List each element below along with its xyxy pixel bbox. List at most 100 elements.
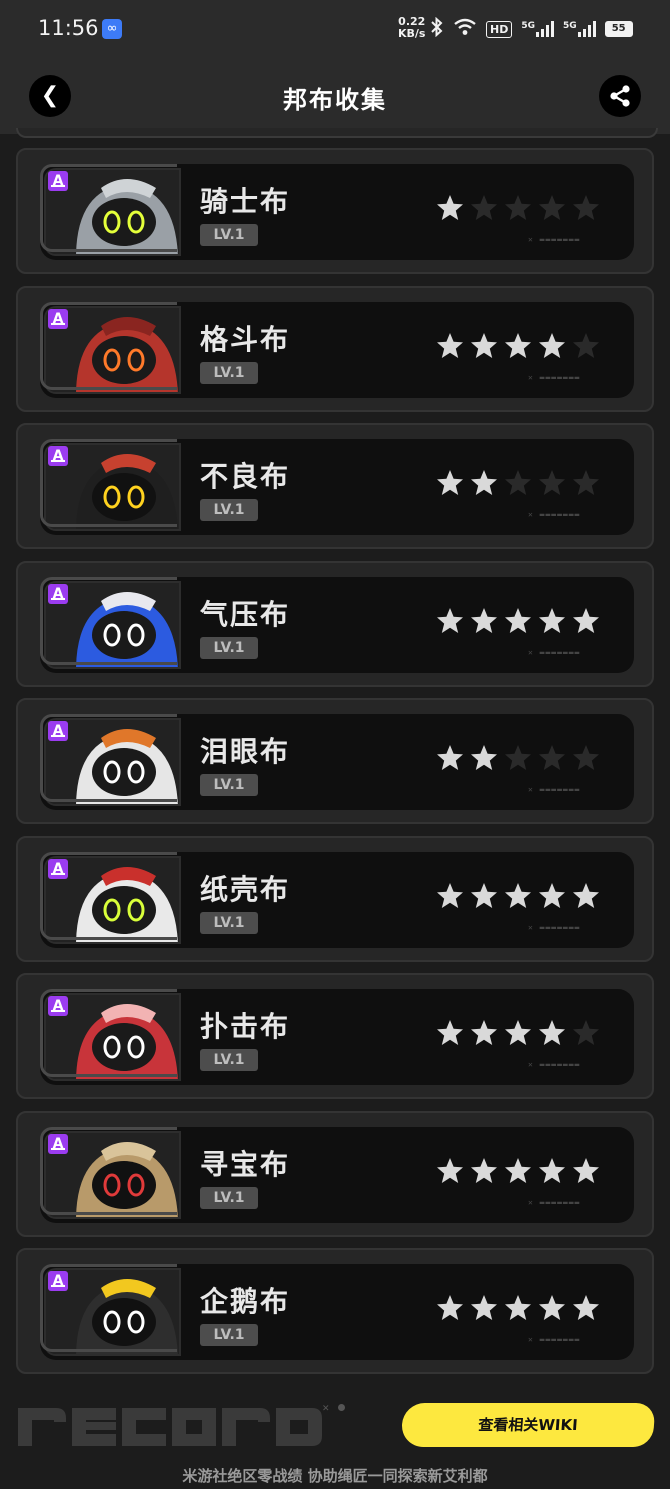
bangboo-card-inner: A 不良布 LV.1 ✕ ▬▬▬▬▬▬▬ <box>40 439 634 535</box>
star-empty-icon <box>539 195 565 220</box>
star-rating <box>434 330 602 362</box>
decorative-code: ✕ ▬▬▬▬▬▬▬ <box>528 1198 581 1207</box>
rank-badge: A <box>48 996 68 1016</box>
battery-icon: 55 <box>604 21 633 37</box>
status-bar: 11:56 ∞ 0.22 KB/s HD 5G 5G 55 <box>0 0 670 62</box>
rank-badge: A <box>48 1271 68 1291</box>
bangboo-name: 扑击布 <box>200 1010 291 1043</box>
star-filled-icon <box>505 883 531 908</box>
star-empty-icon <box>505 195 531 220</box>
star-rating <box>434 1155 602 1187</box>
rank-badge: A <box>48 584 68 604</box>
star-filled-icon <box>437 1158 463 1183</box>
status-time: 11:56 <box>38 16 99 40</box>
rank-badge: A <box>48 721 68 741</box>
star-filled-icon <box>539 608 565 633</box>
star-empty-icon <box>505 470 531 495</box>
star-filled-icon <box>573 1158 599 1183</box>
record-logo: record <box>16 1400 322 1446</box>
rank-badge: A <box>48 446 68 466</box>
star-filled-icon <box>437 195 463 220</box>
level-tag: LV.1 <box>200 912 258 934</box>
bangboo-name: 骑士布 <box>200 185 291 218</box>
bangboo-card-inner: A 企鹅布 LV.1 ✕ ▬▬▬▬▬▬▬ <box>40 1264 634 1360</box>
star-rating <box>434 1017 602 1049</box>
star-empty-icon <box>539 745 565 770</box>
star-filled-icon <box>539 883 565 908</box>
star-filled-icon <box>573 608 599 633</box>
star-empty-icon <box>573 195 599 220</box>
bangboo-card-inner: A 纸壳布 LV.1 ✕ ▬▬▬▬▬▬▬ <box>40 852 634 948</box>
star-empty-icon <box>573 745 599 770</box>
bangboo-name: 寻宝布 <box>200 1148 291 1181</box>
level-tag: LV.1 <box>200 499 258 521</box>
bangboo-name: 泪眼布 <box>200 735 291 768</box>
bangboo-card[interactable]: A 企鹅布 LV.1 ✕ ▬▬▬▬▬▬▬ <box>16 1248 654 1374</box>
star-filled-icon <box>505 333 531 358</box>
bangboo-name: 纸壳布 <box>200 873 291 906</box>
bangboo-card[interactable]: A 纸壳布 LV.1 ✕ ▬▬▬▬▬▬▬ <box>16 836 654 962</box>
decorative-code: ✕ ▬▬▬▬▬▬▬ <box>528 1335 581 1344</box>
star-filled-icon <box>539 1020 565 1045</box>
star-empty-icon <box>505 745 531 770</box>
star-filled-icon <box>471 470 497 495</box>
logo-mark: ✕ <box>322 1404 330 1414</box>
decorative-code: ✕ ▬▬▬▬▬▬▬ <box>528 923 581 932</box>
status-icons: HD 5G 5G 55 <box>430 16 633 42</box>
star-empty-icon <box>573 333 599 358</box>
wifi-icon <box>453 18 477 40</box>
bangboo-card-inner: A 寻宝布 LV.1 ✕ ▬▬▬▬▬▬▬ <box>40 1127 634 1223</box>
star-filled-icon <box>471 1020 497 1045</box>
network-speed-unit: KB/s <box>398 27 426 40</box>
star-rating <box>434 880 602 912</box>
footer-tagline: 米游社绝区零战绩 协助绳匠一同探索新艾利都 <box>182 1467 488 1485</box>
star-empty-icon <box>539 470 565 495</box>
rank-badge: A <box>48 1134 68 1154</box>
share-icon <box>610 85 630 107</box>
bangboo-name: 气压布 <box>200 598 291 631</box>
star-filled-icon <box>505 608 531 633</box>
rank-badge: A <box>48 859 68 879</box>
star-filled-icon <box>505 1020 531 1045</box>
bangboo-card[interactable]: A 格斗布 LV.1 ✕ ▬▬▬▬▬▬▬ <box>16 286 654 412</box>
star-filled-icon <box>437 883 463 908</box>
star-filled-icon <box>437 470 463 495</box>
level-tag: LV.1 <box>200 637 258 659</box>
decorative-code: ✕ ▬▬▬▬▬▬▬ <box>528 1060 581 1069</box>
bangboo-card[interactable]: A 扑击布 LV.1 ✕ ▬▬▬▬▬▬▬ <box>16 973 654 1099</box>
level-tag: LV.1 <box>200 224 258 246</box>
bangboo-card[interactable]: A 气压布 LV.1 ✕ ▬▬▬▬▬▬▬ <box>16 561 654 687</box>
hd-badge: HD <box>486 20 513 38</box>
view-wiki-button[interactable]: 查看相关WIKI <box>400 1403 656 1447</box>
star-rating <box>434 1292 602 1324</box>
star-filled-icon <box>437 745 463 770</box>
bangboo-card[interactable]: A 寻宝布 LV.1 ✕ ▬▬▬▬▬▬▬ <box>16 1111 654 1237</box>
network-speed: 0.22 KB/s <box>398 16 425 40</box>
share-button[interactable] <box>599 75 641 117</box>
signal-2-label: 5G <box>563 21 577 31</box>
star-filled-icon <box>437 1295 463 1320</box>
bangboo-card-inner: A 气压布 LV.1 ✕ ▬▬▬▬▬▬▬ <box>40 577 634 673</box>
bangboo-card-inner: A 骑士布 LV.1 ✕ ▬▬▬▬▬▬▬ <box>40 164 634 260</box>
decorative-code: ✕ ▬▬▬▬▬▬▬ <box>528 510 581 519</box>
star-filled-icon <box>471 883 497 908</box>
bangboo-card[interactable]: A 泪眼布 LV.1 ✕ ▬▬▬▬▬▬▬ <box>16 698 654 824</box>
bangboo-card[interactable]: A 骑士布 LV.1 ✕ ▬▬▬▬▬▬▬ <box>16 148 654 274</box>
star-rating <box>434 605 602 637</box>
star-rating <box>434 742 602 774</box>
star-filled-icon <box>539 1158 565 1183</box>
record-logo-text: record <box>16 1400 20 1401</box>
level-tag: LV.1 <box>200 1324 258 1346</box>
bangboo-card[interactable]: A 不良布 LV.1 ✕ ▬▬▬▬▬▬▬ <box>16 423 654 549</box>
bangboo-card-inner: A 格斗布 LV.1 ✕ ▬▬▬▬▬▬▬ <box>40 302 634 398</box>
level-tag: LV.1 <box>200 362 258 384</box>
logo-dot <box>338 1404 345 1411</box>
page-title: 邦布收集 <box>283 86 387 114</box>
header: ❮ 邦布收集 <box>0 62 670 134</box>
star-filled-icon <box>471 745 497 770</box>
star-filled-icon <box>539 1295 565 1320</box>
star-filled-icon <box>505 1158 531 1183</box>
decorative-code: ✕ ▬▬▬▬▬▬▬ <box>528 235 581 244</box>
star-empty-icon <box>471 195 497 220</box>
bangboo-name: 企鹅布 <box>200 1285 291 1318</box>
